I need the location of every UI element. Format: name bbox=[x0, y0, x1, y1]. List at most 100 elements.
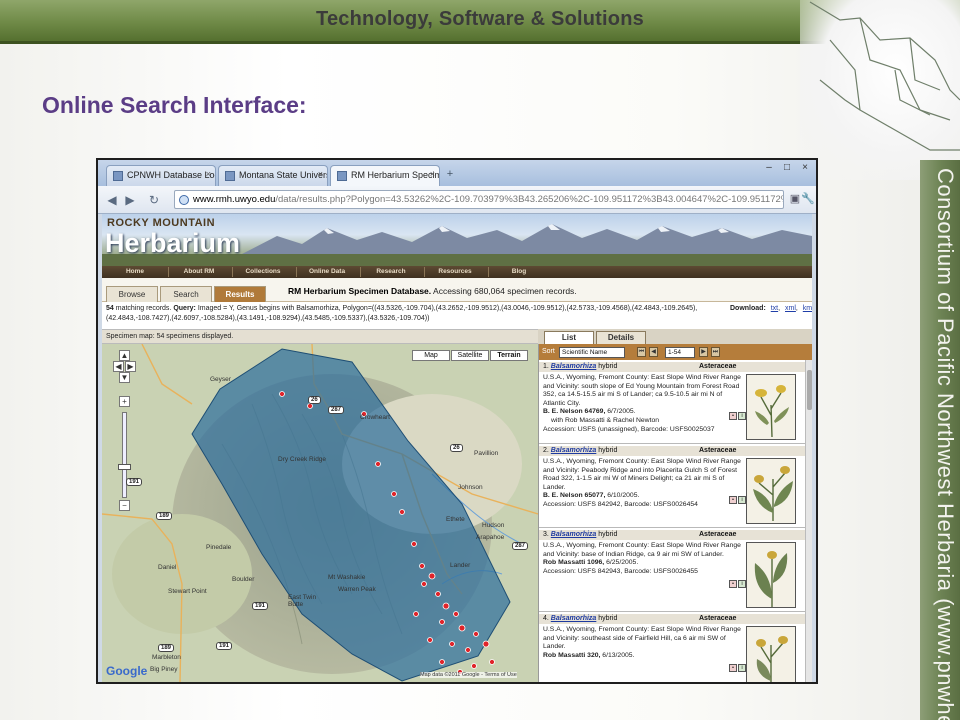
page-menu-icon[interactable]: ▣ bbox=[788, 192, 802, 206]
tab-details[interactable]: Details bbox=[596, 331, 646, 344]
tab-browse[interactable]: Browse bbox=[106, 286, 158, 302]
new-tab-button[interactable]: + bbox=[442, 168, 458, 182]
maximize-button[interactable]: □ bbox=[778, 162, 796, 178]
tab-search[interactable]: Search bbox=[160, 286, 212, 302]
specimen-map[interactable]: Map Satellite Terrain ▲ ◀ ▶ ▼ + − Geyser… bbox=[102, 344, 538, 682]
specimen-thumbnail[interactable] bbox=[746, 374, 796, 440]
prev-page-icon[interactable]: ◀ bbox=[649, 347, 658, 357]
map-type-map[interactable]: Map bbox=[412, 350, 450, 361]
record-detail-icon[interactable]: i bbox=[738, 664, 746, 672]
browser-tab-label: CPNWH Database Login bbox=[127, 170, 215, 180]
query-label: Query: bbox=[173, 305, 196, 312]
specimen-thumbnail[interactable] bbox=[746, 626, 796, 682]
nav-blog[interactable]: Blog bbox=[488, 268, 550, 275]
map-label: Pinedale bbox=[206, 544, 232, 551]
map-pin-icon[interactable]: • bbox=[729, 412, 737, 420]
globe-icon bbox=[179, 195, 189, 205]
record-date: 6/7/2005. bbox=[605, 408, 636, 416]
map-label: Ethete bbox=[446, 516, 465, 523]
list-scrollbar-thumb[interactable] bbox=[807, 370, 812, 410]
download-kml-link[interactable]: kml bbox=[803, 305, 812, 312]
record-family: Asteraceae bbox=[699, 531, 737, 538]
next-page-icon[interactable]: ▶ bbox=[699, 347, 708, 357]
nav-about[interactable]: About RM bbox=[168, 268, 230, 275]
download-txt-link[interactable]: txt bbox=[771, 305, 778, 312]
close-tab-icon[interactable]: × bbox=[318, 169, 323, 179]
query-bar: 54 matching records. Query: Imaged = Y, … bbox=[102, 302, 812, 329]
record-locality: U.S.A., Wyoming, Fremont County: East Sl… bbox=[543, 542, 741, 558]
wrench-icon[interactable]: 🔧 bbox=[801, 192, 815, 206]
browser-tab-cpnwh[interactable]: CPNWH Database Login × bbox=[106, 165, 216, 186]
map-type-satellite[interactable]: Satellite bbox=[451, 350, 489, 361]
back-arrow-icon[interactable]: ◀ bbox=[104, 192, 120, 208]
close-tab-icon[interactable]: × bbox=[430, 169, 435, 179]
nav-home[interactable]: Home bbox=[104, 268, 166, 275]
record-associates: with Rob Massatti & Rachel Newton bbox=[551, 416, 660, 424]
record-body: U.S.A., Wyoming, Fremont County: East Sl… bbox=[543, 374, 743, 434]
map-label: Geyser bbox=[210, 376, 231, 383]
reload-icon[interactable]: ↻ bbox=[146, 192, 162, 208]
record-genus-link[interactable]: Balsamorhiza bbox=[551, 447, 597, 454]
corner-map-graphic bbox=[800, 0, 960, 180]
browser-tab-montana[interactable]: Montana State University... × bbox=[218, 165, 328, 186]
browser-tab-rm-herbarium[interactable]: RM Herbarium Specimen... × bbox=[330, 165, 440, 186]
pan-up-icon[interactable]: ▲ bbox=[119, 350, 130, 361]
close-tab-icon[interactable]: × bbox=[206, 169, 211, 179]
map-pin-icon[interactable]: • bbox=[729, 580, 737, 588]
forward-arrow-icon[interactable]: ▶ bbox=[122, 192, 138, 208]
highway-shield: 287 bbox=[328, 406, 345, 414]
page-select[interactable]: 1-54 bbox=[665, 347, 695, 358]
zoom-slider-handle[interactable] bbox=[118, 464, 131, 470]
list-item: 3. Balsamorhiza hybrid Asteraceae U.S.A.… bbox=[539, 530, 805, 612]
nav-research[interactable]: Research bbox=[360, 268, 422, 275]
specimen-thumbnail[interactable] bbox=[746, 458, 796, 524]
pan-left-icon[interactable]: ◀ bbox=[113, 361, 124, 372]
match-count: 54 bbox=[106, 305, 114, 312]
zoom-out-icon[interactable]: − bbox=[119, 500, 130, 511]
record-detail-icon[interactable]: i bbox=[738, 412, 746, 420]
record-genus-link[interactable]: Balsamorhiza bbox=[551, 615, 597, 622]
highway-shield: 287 bbox=[512, 542, 529, 550]
map-pin-icon[interactable]: • bbox=[729, 664, 737, 672]
map-type-terrain[interactable]: Terrain bbox=[490, 350, 528, 361]
tab-list[interactable]: List bbox=[544, 331, 594, 344]
record-title: 4. Balsamorhiza hybrid bbox=[543, 615, 617, 622]
record-genus-link[interactable]: Balsamorhiza bbox=[551, 531, 597, 538]
nav-resources[interactable]: Resources bbox=[424, 268, 486, 275]
pan-right-icon[interactable]: ▶ bbox=[125, 361, 136, 372]
close-window-button[interactable]: × bbox=[796, 162, 814, 178]
google-logo: Google bbox=[106, 664, 148, 678]
record-genus-link[interactable]: Balsamorhiza bbox=[551, 363, 597, 370]
record-rank: hybrid bbox=[596, 363, 618, 370]
record-number: 3. bbox=[543, 531, 549, 538]
map-credit[interactable]: Map data ©2011 Google - Terms of Use bbox=[420, 672, 517, 678]
minimize-button[interactable]: – bbox=[760, 162, 778, 178]
first-page-icon[interactable]: ⏮ bbox=[637, 347, 646, 357]
record-accession: Accession: USFS 842943, Barcode: USFS002… bbox=[543, 567, 698, 575]
tab-results[interactable]: Results bbox=[214, 286, 266, 302]
last-page-icon[interactable]: ⏭ bbox=[711, 347, 720, 357]
specimen-thumbnail[interactable] bbox=[746, 542, 796, 608]
record-number: 4. bbox=[543, 615, 549, 622]
url-input[interactable]: www.rmh.uwyo.edu/data/results.php?Polygo… bbox=[174, 190, 784, 209]
sort-select[interactable]: Scientific Name bbox=[559, 347, 625, 358]
map-pin-icon[interactable]: • bbox=[729, 496, 737, 504]
map-label: Hudson bbox=[482, 522, 505, 529]
list-scrollbar[interactable] bbox=[805, 360, 812, 682]
nav-online-data[interactable]: Online Data bbox=[296, 268, 358, 275]
record-body: U.S.A., Wyoming, Fremont County: East Sl… bbox=[543, 626, 743, 660]
browser-tabbar: CPNWH Database Login × Montana State Uni… bbox=[98, 160, 816, 186]
page-favicon-icon bbox=[337, 171, 347, 181]
record-family: Asteraceae bbox=[699, 363, 737, 370]
record-detail-icon[interactable]: i bbox=[738, 580, 746, 588]
database-record-count: Accessing 680,064 specimen records. bbox=[431, 286, 577, 296]
map-label: Crowheart bbox=[360, 414, 390, 421]
page-favicon-icon bbox=[225, 171, 235, 181]
zoom-in-icon[interactable]: + bbox=[119, 396, 130, 407]
pan-down-icon[interactable]: ▼ bbox=[119, 372, 130, 383]
download-xml-link[interactable]: xml bbox=[785, 305, 796, 312]
record-rank: hybrid bbox=[596, 531, 618, 538]
map-label: Mt Washakie bbox=[328, 574, 366, 581]
record-detail-icon[interactable]: i bbox=[738, 496, 746, 504]
nav-collections[interactable]: Collections bbox=[232, 268, 294, 275]
